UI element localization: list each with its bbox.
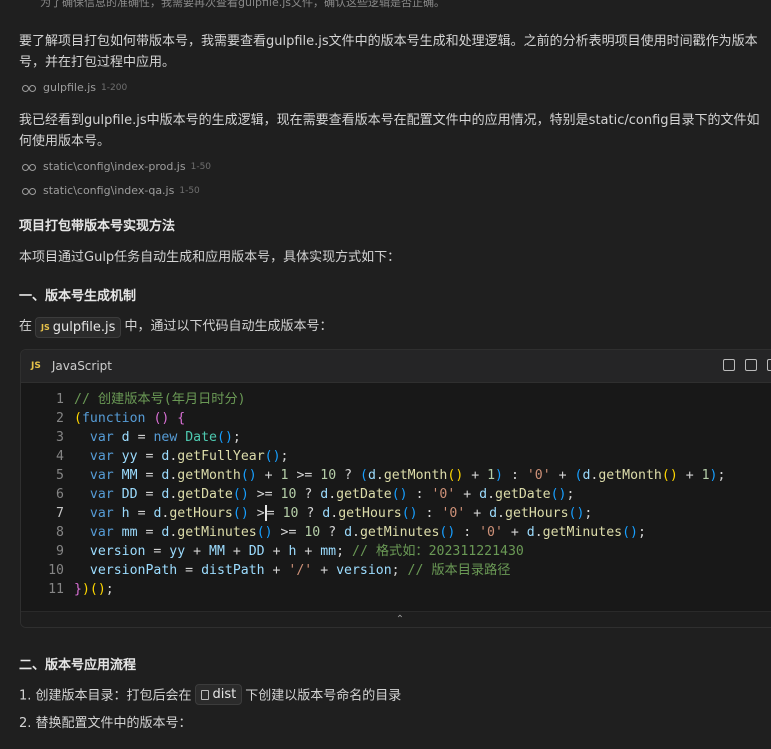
section1-heading: 一、版本号生成机制 [19, 289, 137, 304]
js-icon: JS [41, 323, 50, 332]
line-number: 10 [48, 563, 64, 578]
glasses-icon [22, 163, 36, 171]
code-line: 9 version = yy + MM + DD + h + mm; // 格式… [21, 542, 771, 561]
file-reference-gulpfile[interactable]: gulpfile.js 1-200 [22, 81, 127, 94]
code-actions [723, 359, 771, 371]
code-comment: // 版本目录路径 [407, 563, 511, 578]
code-language: JavaScript [51, 359, 112, 373]
code-line: 6 var DD = d.getDate() >= 10 ? d.getDate… [21, 485, 771, 504]
file-icon [200, 689, 209, 700]
code-line: 7 var h = d.getHours() > = 10 ? d.getHour… [21, 504, 771, 523]
code-string: '0' [431, 487, 456, 502]
line-number: 3 [56, 430, 64, 445]
code-line: 1 // 创建版本号(年月日时分) [21, 390, 771, 409]
code-line: 3 var d = new Date(); [21, 428, 771, 447]
step1-prefix: 1. 创建版本目录：打包后会在 [19, 688, 192, 704]
line-number: 2 [56, 411, 64, 426]
code-string: '/' [288, 563, 313, 578]
paragraph-analysis: 要了解项目打包如何带版本号，我需要查看gulpfile.js文件中的版本号生成和… [19, 34, 758, 70]
line-number: 8 [56, 525, 64, 540]
chip-label: dist [212, 687, 237, 702]
insert-icon[interactable] [745, 359, 757, 371]
line-number: 11 [48, 582, 64, 597]
js-icon: JS [31, 361, 41, 371]
glasses-icon [22, 187, 36, 195]
step1-text: 1. 创建版本目录：打包后会在 dist 下创建以版本号命名的目录 [19, 684, 767, 707]
code-header: JS JavaScript [21, 350, 771, 383]
glasses-icon [22, 84, 36, 92]
collapse-toggle[interactable]: ⌃ [21, 611, 771, 627]
line-number: 9 [56, 544, 64, 559]
code-line: 2 (function () { [21, 409, 771, 428]
line-number: 5 [56, 468, 64, 483]
ref-file: static\config\index-prod.js [43, 160, 186, 173]
faded-previous-text: 为了确保信息的准确性，我需要再次查看gulpfile.js文件，确认这些逻辑是否… [40, 0, 446, 9]
file-chip-gulpfile[interactable]: JS gulpfile.js [35, 317, 122, 338]
code-line: 10 versionPath = distPath + '/' + versio… [21, 561, 771, 580]
heading-main: 项目打包带版本号实现方法 [19, 219, 176, 234]
ref-file: static\config\index-qa.js [43, 184, 175, 197]
code-string: '0' [479, 525, 503, 540]
code-line: 5 var MM = d.getMonth() + 1 >= 10 ? (d.g… [21, 466, 771, 485]
copy-icon[interactable] [723, 359, 735, 371]
apply-icon[interactable] [767, 359, 771, 371]
text-cursor [264, 505, 267, 521]
ref-range: 1-50 [190, 161, 212, 172]
code-line: 4 var yy = d.getFullYear(); [21, 447, 771, 466]
code-line: 8 var mm = d.getMinutes() >= 10 ? d.getM… [21, 523, 771, 542]
code-line: 11})(); [21, 580, 771, 599]
ref-file: gulpfile.js [43, 81, 97, 94]
folder-chip-dist[interactable]: dist [194, 684, 243, 705]
file-reference-index-qa[interactable]: static\config\index-qa.js 1-50 [22, 184, 200, 197]
line-number: 4 [56, 449, 64, 464]
section2-heading: 二、版本号应用流程 [19, 658, 137, 673]
paragraph-config: 我已经看到gulpfile.js中版本号的生成逻辑，现在需要查看版本号在配置文件… [19, 113, 760, 149]
ref-range: 1-50 [179, 185, 200, 196]
line-number: 6 [56, 487, 64, 502]
code-block: JS JavaScript 1 // 创建版本号(年月日时分) 2 (functio… [20, 349, 771, 628]
file-reference-index-prod[interactable]: static\config\index-prod.js 1-50 [22, 160, 211, 173]
line-number-active: 7 [56, 506, 64, 521]
line-number: 1 [56, 392, 64, 407]
code-lines: 1 // 创建版本号(年月日时分) 2 (function () { 3 var d… [21, 390, 771, 599]
chevron-up-icon: ⌃ [395, 614, 405, 625]
code-comment: // 格式如：202311221430 [352, 544, 524, 559]
intro-text: 本项目通过Gulp任务自动生成和应用版本号，具体实现方式如下： [19, 250, 401, 265]
section1-text: 在 JS gulpfile.js 中，通过以下代码自动生成版本号： [19, 316, 767, 338]
code-string: '0' [526, 468, 551, 483]
code-comment: // 创建版本号(年月日时分) [74, 392, 246, 407]
ref-range: 1-200 [101, 82, 128, 93]
code-string: '0' [441, 506, 466, 521]
section1-suffix: 中，通过以下代码自动生成版本号： [124, 319, 333, 334]
step1-suffix: 下创建以版本号命名的目录 [245, 688, 402, 704]
section1-prefix: 在 [19, 319, 33, 334]
chip-label: gulpfile.js [52, 320, 116, 335]
step2-text: 2. 替换配置文件中的版本号： [19, 716, 192, 731]
